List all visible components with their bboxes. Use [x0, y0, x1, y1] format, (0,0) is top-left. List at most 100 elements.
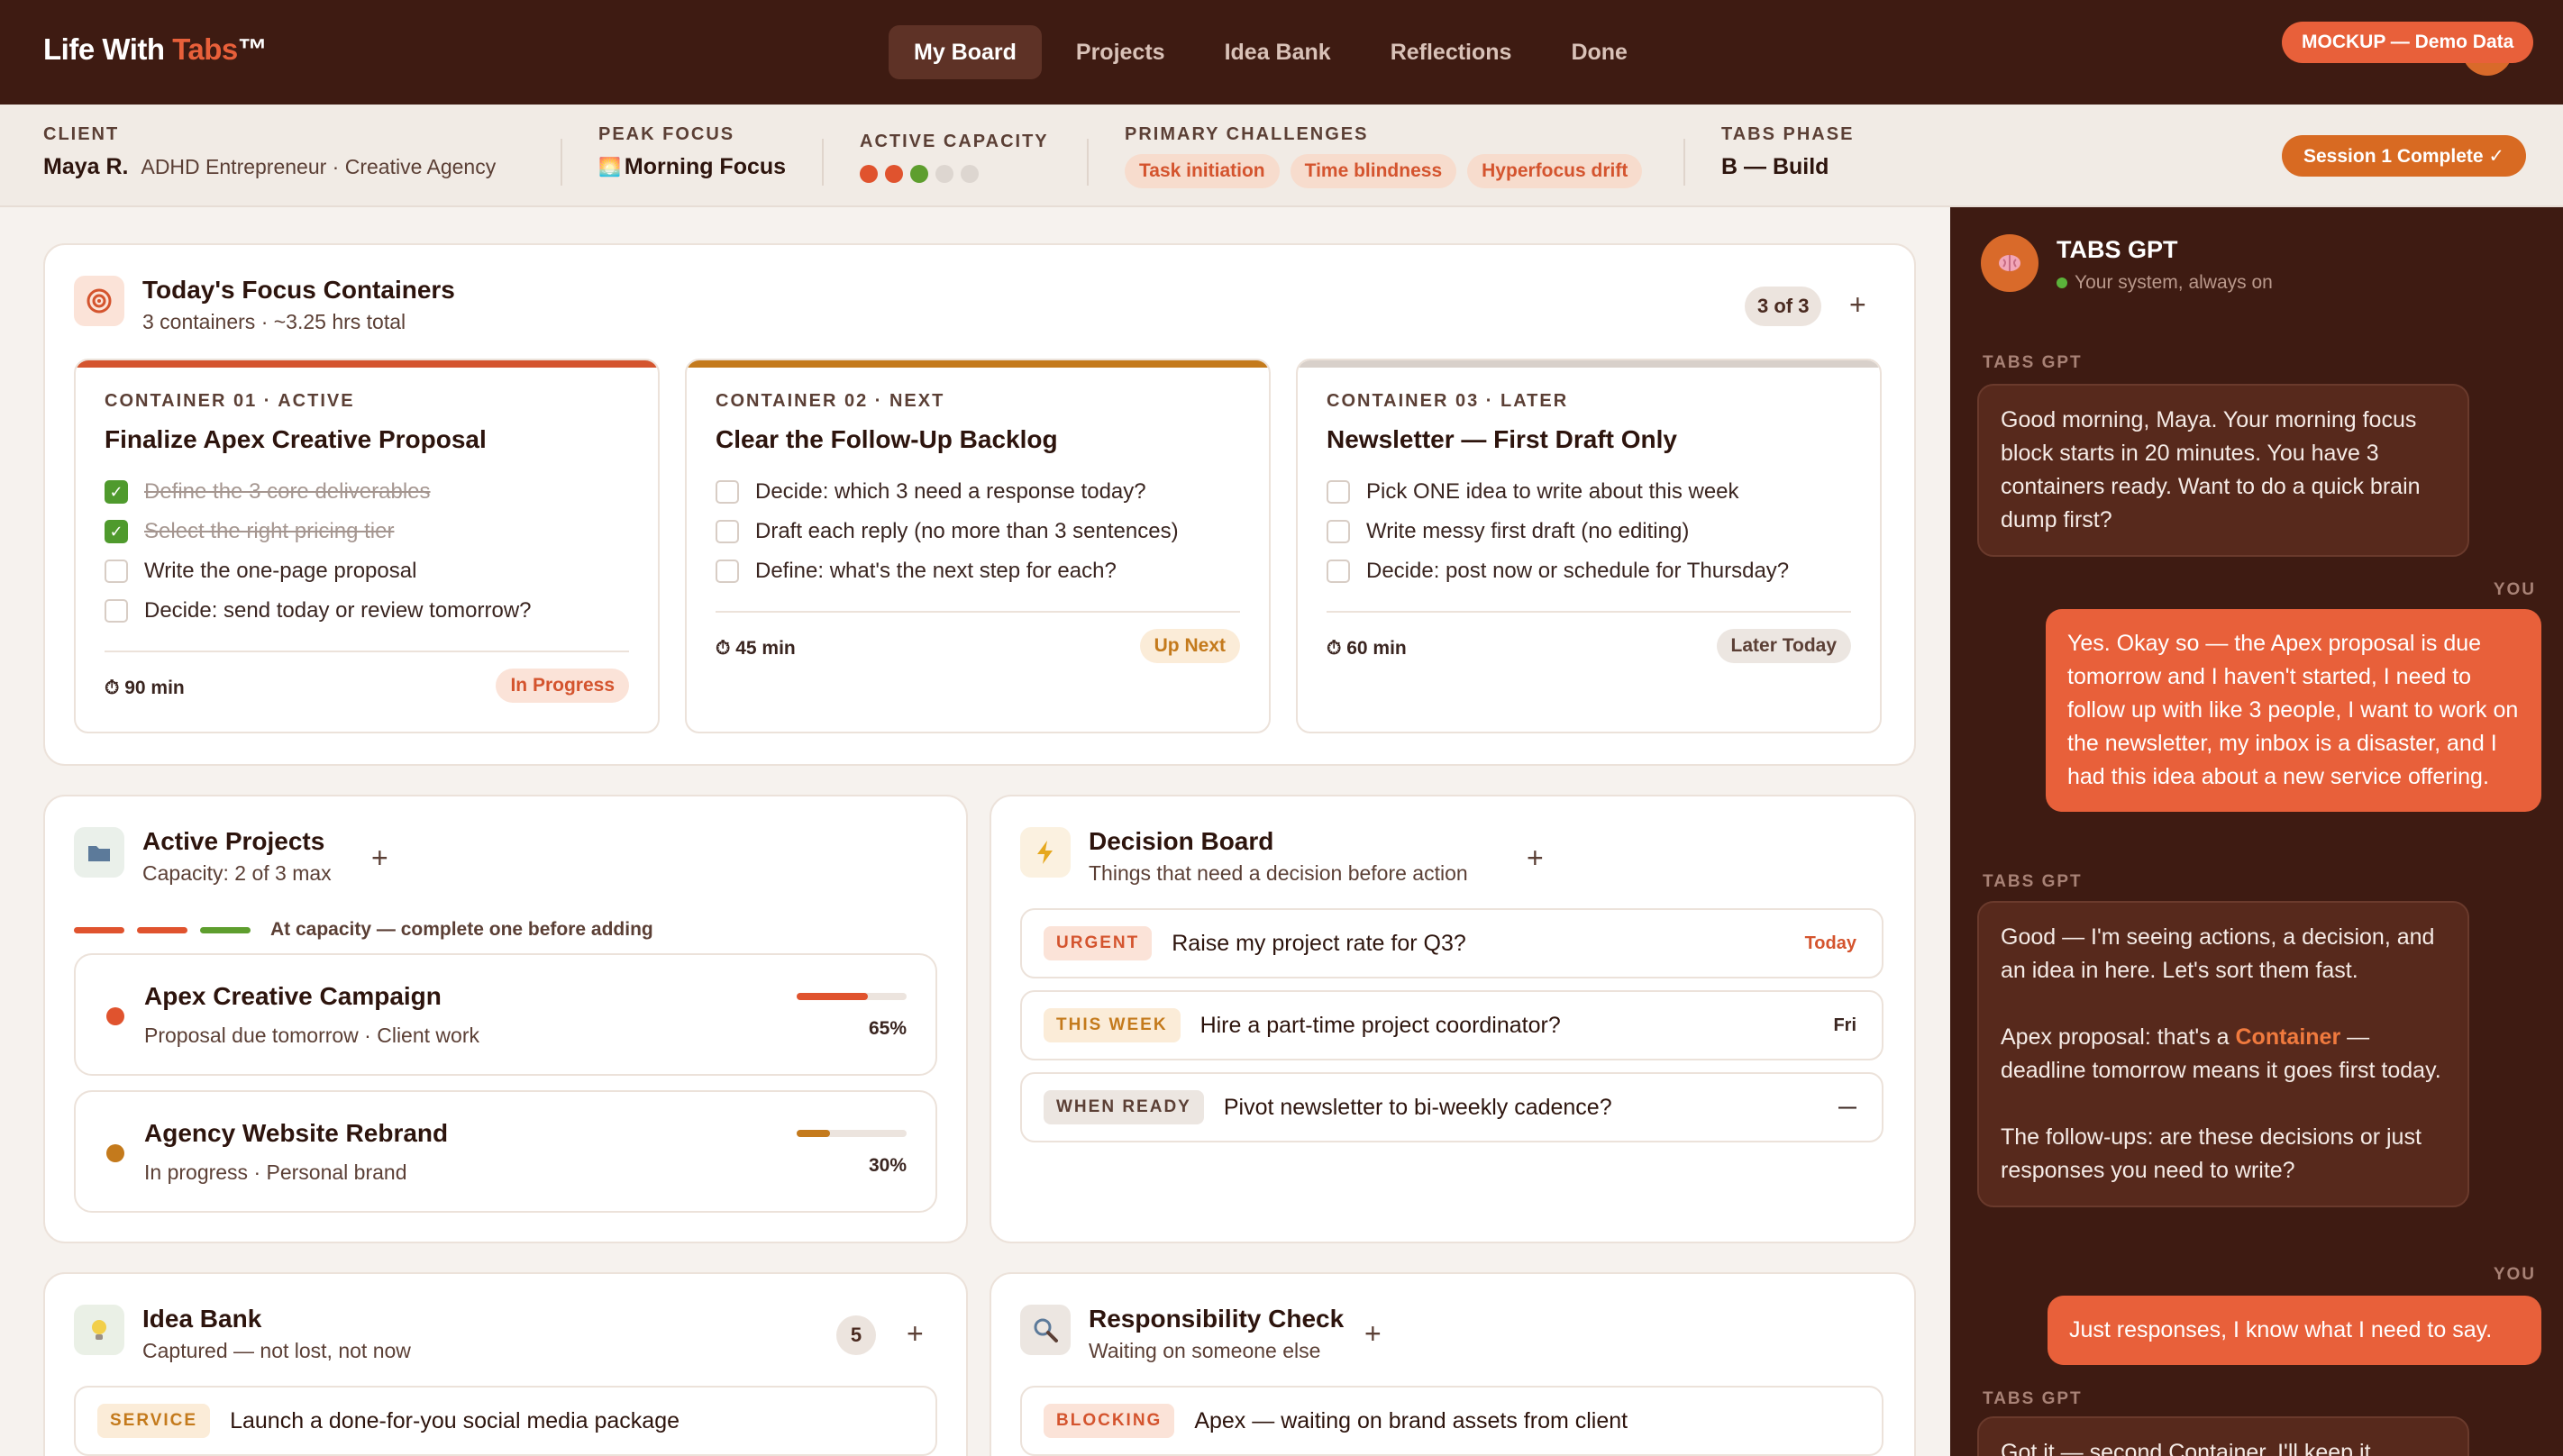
capacity-dots — [860, 165, 1049, 183]
checkbox[interactable] — [716, 520, 739, 543]
capacity-dot — [910, 165, 928, 183]
chat-message-user: Yes. Okay so — the Apex proposal is due … — [2046, 609, 2541, 812]
idea-title: Idea Bank — [142, 1305, 262, 1333]
challenges-label: PRIMARY CHALLENGES — [1125, 124, 1369, 144]
chat-status-text: Your system, always on — [2075, 272, 2273, 293]
phase-group: TABS PHASE B — Build — [1721, 124, 1854, 180]
chat-title: TABS GPT — [2057, 236, 2178, 263]
decision-title: Decision Board — [1089, 827, 1274, 855]
challenge-chip: Hyperfocus drift — [1467, 154, 1643, 188]
container-accent-bar — [1298, 360, 1880, 368]
container-title: Clear the Follow-Up Backlog — [716, 425, 1058, 453]
projects-header: Active Projects Capacity: 2 of 3 max — [74, 827, 332, 886]
checkbox[interactable] — [716, 480, 739, 504]
peak-focus-value: Morning Focus — [624, 154, 787, 179]
idea-subtitle: Captured — not lost, not now — [142, 1339, 411, 1362]
checkbox[interactable] — [105, 560, 128, 583]
phase-label: TABS PHASE — [1721, 124, 1855, 144]
task-item: Define: what's the next step for each? — [716, 559, 1117, 584]
status-badge: Up Next — [1139, 629, 1240, 663]
decision-text: Hire a part-time project coordinator? — [1199, 1012, 1561, 1038]
checkbox[interactable]: ✓ — [105, 480, 128, 504]
task-item: Write the one-page proposal — [105, 559, 416, 584]
challenge-chip: Task initiation — [1125, 154, 1280, 188]
decision-due: Today — [1804, 933, 1856, 953]
add-decision-button[interactable]: + — [1527, 843, 1544, 872]
container-time: ⏱ 90 min — [105, 678, 185, 698]
responsibility-item[interactable]: BLOCKING Apex — waiting on brand assets … — [1020, 1386, 1883, 1456]
capacity-group: ACTIVE CAPACITY — [860, 132, 1049, 183]
checkbox[interactable] — [716, 560, 739, 583]
challenges-group: PRIMARY CHALLENGES Task initiation Time … — [1125, 124, 1643, 188]
chat-message-user: Just responses, I know what I need to sa… — [2048, 1296, 2541, 1365]
message-paragraph: Good — I'm seeing actions, a decision, a… — [2001, 924, 2435, 983]
decision-item[interactable]: WHEN READY Pivot newsletter to bi-weekly… — [1020, 1072, 1883, 1142]
checkbox[interactable] — [1327, 520, 1350, 543]
task-text: Decide: which 3 need a response today? — [755, 479, 1146, 504]
decision-header: Decision Board Things that need a decisi… — [1020, 827, 1468, 886]
checkbox[interactable] — [1327, 480, 1350, 504]
capacity-bar — [137, 926, 187, 933]
decision-item[interactable]: THIS WEEK Hire a part-time project coord… — [1020, 990, 1883, 1060]
nav-reflections[interactable]: Reflections — [1365, 25, 1537, 79]
container-time: ⏱ 45 min — [716, 638, 796, 659]
task-text: Decide: post now or schedule for Thursda… — [1366, 559, 1790, 583]
client-name: Maya R. — [43, 154, 129, 179]
task-item: Decide: send today or review tomorrow? — [105, 598, 532, 623]
nav-projects[interactable]: Projects — [1051, 25, 1190, 79]
decision-tag: WHEN READY — [1044, 1090, 1204, 1124]
capacity-dot — [860, 165, 878, 183]
nav-my-board[interactable]: My Board — [889, 25, 1042, 79]
message-paragraph: Apex proposal: that's a Container — dead… — [2001, 1024, 2441, 1083]
responsibility-subtitle: Waiting on someone else — [1089, 1339, 1321, 1362]
divider — [822, 139, 824, 186]
checkbox[interactable]: ✓ — [105, 520, 128, 543]
chat-message-bot: Good — I'm seeing actions, a decision, a… — [1977, 901, 2469, 1207]
nav-idea-bank[interactable]: Idea Bank — [1199, 25, 1356, 79]
projects-title: Active Projects — [142, 827, 325, 855]
focus-title: Today's Focus Containers — [142, 276, 455, 304]
idea-text: Launch a done-for-you social media packa… — [230, 1407, 680, 1433]
container-label: CONTAINER 01 · ACTIVE — [105, 391, 355, 411]
nav-done[interactable]: Done — [1546, 25, 1653, 79]
progress-percent: 30% — [868, 1155, 907, 1176]
progress-fill — [797, 1130, 830, 1137]
task-item: Write messy first draft (no editing) — [1327, 519, 1689, 544]
container-card-3[interactable]: CONTAINER 03 · LATER Newsletter — First … — [1296, 359, 1882, 733]
project-card[interactable]: Agency Website Rebrand In progress · Per… — [74, 1090, 937, 1213]
project-card[interactable]: Apex Creative Campaign Proposal due tomo… — [74, 953, 937, 1076]
folder-icon — [74, 827, 124, 878]
task-item: Decide: which 3 need a response today? — [716, 479, 1146, 505]
container-title: Finalize Apex Creative Proposal — [105, 425, 487, 453]
project-name: Agency Website Rebrand — [144, 1119, 449, 1147]
idea-item[interactable]: SERVICE Launch a done-for-you social med… — [74, 1386, 937, 1456]
project-status-dot — [106, 1144, 124, 1162]
project-subtitle: Proposal due tomorrow · Client work — [144, 1024, 479, 1047]
container-card-2[interactable]: CONTAINER 02 · NEXT Clear the Follow-Up … — [685, 359, 1271, 733]
task-item: Draft each reply (no more than 3 sentenc… — [716, 519, 1179, 544]
decision-item[interactable]: URGENT Raise my project rate for Q3? Tod… — [1020, 908, 1883, 978]
capacity-note: At capacity — complete one before adding — [270, 919, 653, 940]
add-container-button[interactable]: + — [1849, 290, 1866, 319]
checkbox[interactable] — [1327, 560, 1350, 583]
divider — [1327, 611, 1851, 613]
capacity-label: ACTIVE CAPACITY — [860, 132, 1049, 151]
online-indicator — [2057, 278, 2067, 288]
main-nav: My Board Projects Idea Bank Reflections … — [889, 25, 1653, 79]
status-badge: In Progress — [496, 669, 629, 703]
capacity-dot — [935, 165, 953, 183]
client-group: CLIENT Maya R. ADHD Entrepreneur · Creati… — [43, 124, 496, 180]
container-card-1[interactable]: CONTAINER 01 · ACTIVE Finalize Apex Crea… — [74, 359, 660, 733]
add-idea-button[interactable]: + — [907, 1319, 924, 1348]
message-sender: TABS GPT — [1983, 353, 2083, 372]
add-project-button[interactable]: + — [371, 843, 388, 872]
peak-focus-label: PEAK FOCUS — [598, 124, 735, 144]
session-complete-button[interactable]: Session 1 Complete ✓ — [2282, 135, 2526, 177]
container-label: CONTAINER 02 · NEXT — [716, 391, 945, 411]
app-logo[interactable]: Life With Tabs™ — [43, 32, 268, 67]
checkbox[interactable] — [105, 599, 128, 623]
divider — [1087, 139, 1089, 186]
add-responsibility-button[interactable]: + — [1364, 1319, 1382, 1348]
task-item: Pick ONE idea to write about this week — [1327, 479, 1739, 505]
container-accent-bar — [76, 360, 658, 368]
